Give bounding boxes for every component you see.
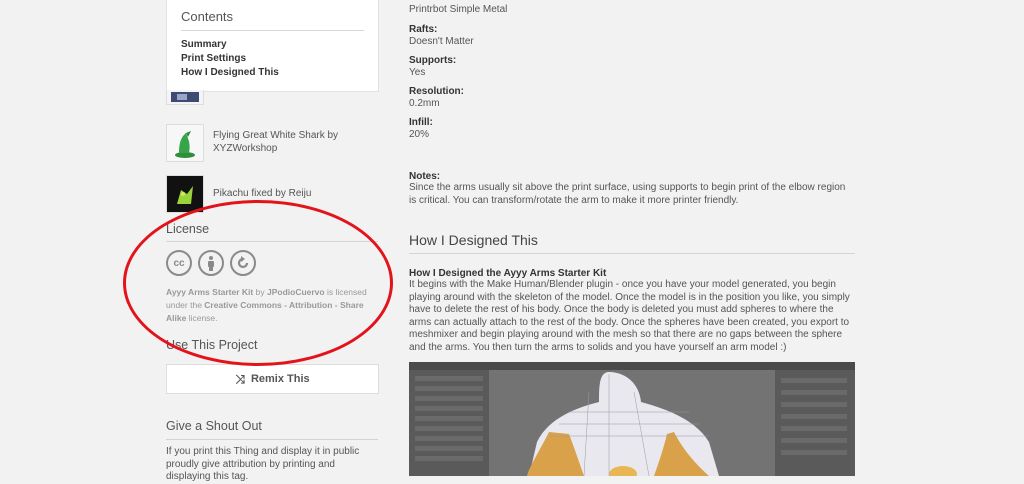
contents-title: Contents xyxy=(181,9,234,24)
shout-divider xyxy=(166,439,378,440)
resolution-value: 0.2mm xyxy=(409,98,440,109)
blender-screenshot[interactable] xyxy=(409,362,855,476)
remix-thumbnail-shark[interactable] xyxy=(166,124,204,162)
infill-label: Infill: xyxy=(409,117,433,128)
notes-text: Since the arms usually sit above the pri… xyxy=(409,182,846,206)
contents-link-how-designed[interactable]: How I Designed This xyxy=(181,67,279,78)
supports-value: Yes xyxy=(409,67,426,78)
remix-thumbnail-partial[interactable] xyxy=(166,90,204,105)
contents-panel: Contents Summary Print Settings How I De… xyxy=(166,0,379,92)
remix-label-pikachu[interactable]: Pikachu fixed by Reiju xyxy=(213,187,311,200)
how-designed-subtitle: How I Designed the Ayyy Arms Starter Kit xyxy=(409,268,607,279)
shout-title: Give a Shout Out xyxy=(166,419,262,433)
shark-image xyxy=(167,125,203,161)
resolution-label: Resolution: xyxy=(409,86,464,97)
how-designed-title: How I Designed This xyxy=(409,232,538,248)
how-designed-divider xyxy=(409,253,855,254)
notes-label: Notes: xyxy=(409,171,441,182)
supports-label: Supports: xyxy=(409,55,457,66)
rafts-value: Doesn't Matter xyxy=(409,36,474,47)
how-designed-text: It begins with the Make Human/Blender pl… xyxy=(409,279,850,353)
infill-value: 20% xyxy=(409,129,430,140)
printer-value: Printrbot Simple Metal xyxy=(409,4,508,15)
contents-link-print-settings[interactable]: Print Settings xyxy=(181,53,246,64)
remix-this-button[interactable]: ⤨ Remix This xyxy=(166,364,379,394)
remix-label-shark[interactable]: Flying Great White Shark by XYZWorkshop xyxy=(213,129,373,155)
annotation-circle xyxy=(123,200,393,366)
shuffle-icon: ⤨ xyxy=(235,371,245,386)
rafts-label: Rafts: xyxy=(409,24,438,35)
contents-link-summary[interactable]: Summary xyxy=(181,39,227,50)
contents-divider xyxy=(181,30,364,31)
shout-text: If you print this Thing and display it i… xyxy=(166,446,360,482)
remix-this-label: Remix This xyxy=(250,373,310,385)
pikachu-image xyxy=(167,176,203,212)
blender-screenshot-image xyxy=(409,362,855,476)
thumbnail-image xyxy=(167,90,203,104)
